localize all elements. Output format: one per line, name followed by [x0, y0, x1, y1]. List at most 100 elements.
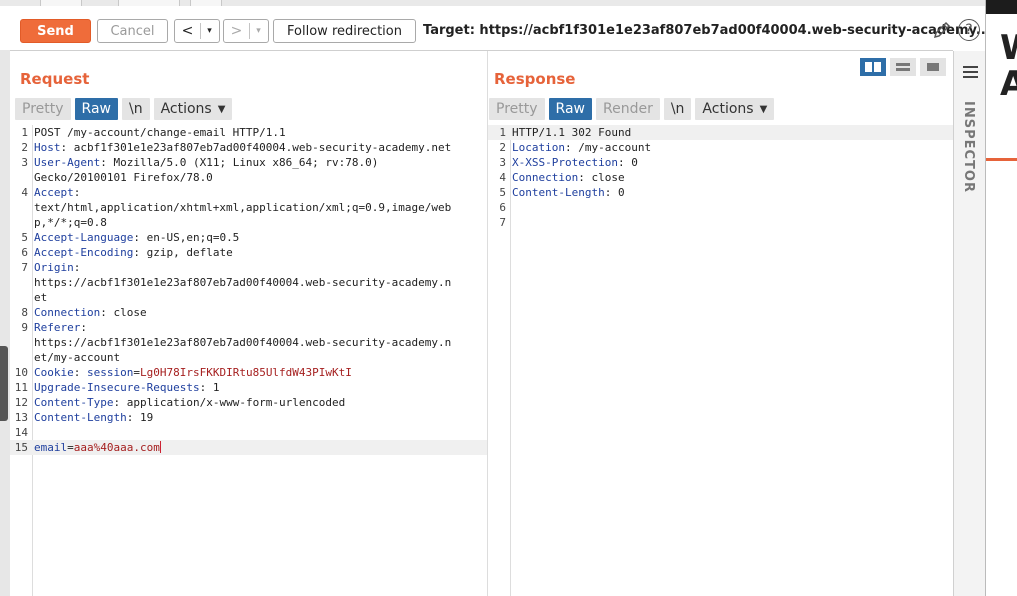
code-line: 13 Content-Length: 19	[10, 410, 487, 425]
line-text: Content-Length: 0	[512, 186, 625, 199]
actions-dropdown[interactable]: Actions ▼	[153, 98, 233, 120]
follow-redirection-button[interactable]: Follow redirection	[273, 19, 416, 43]
layout-buttons	[856, 58, 946, 76]
line-value: et	[34, 291, 48, 304]
cancel-button[interactable]: Cancel	[97, 19, 168, 43]
line-number: 4	[21, 186, 28, 199]
header-name: Content-Type	[34, 396, 114, 409]
header-name: Content-Length	[34, 411, 127, 424]
line-number: 1	[499, 126, 506, 139]
code-line: 7 Origin:	[10, 260, 487, 275]
single-view-icon[interactable]	[920, 58, 946, 76]
code-line: 8 Connection: close	[10, 305, 487, 320]
code-line: 1 HTTP/1.1 302 Found	[488, 125, 953, 140]
line-value: 1	[212, 381, 220, 394]
header-name: Accept-Language	[34, 231, 134, 244]
tab-raw[interactable]: Raw	[74, 98, 118, 120]
line-text: Connection: close	[34, 306, 147, 319]
line-number: 8	[21, 306, 28, 319]
line-number: 2	[499, 141, 506, 154]
header-name: X-XSS-Protection	[512, 156, 618, 169]
actions-dropdown[interactable]: Actions ▼	[695, 98, 775, 120]
pencil-icon[interactable]	[932, 20, 952, 40]
line-text: POST /my-account/change-email HTTP/1.1	[34, 125, 286, 140]
response-pane: Response Pretty Raw Render \n Actions ▼ 1…	[488, 51, 953, 596]
line-number: 7	[499, 216, 506, 229]
code-line: 3 User-Agent: Mozilla/5.0 (X11; Linux x86…	[10, 155, 487, 170]
line-number: 7	[21, 261, 28, 274]
forward-button[interactable]: > ▾	[223, 19, 269, 43]
code-line: 14	[10, 425, 487, 440]
line-value: POST /my-account/change-email HTTP/1.1	[34, 126, 286, 139]
line-text: User-Agent: Mozilla/5.0 (X11; Linux x86_…	[34, 156, 379, 169]
line-text: et	[34, 290, 47, 305]
request-editor[interactable]: 1 POST /my-account/change-email HTTP/1.1 2…	[10, 125, 487, 596]
param-name: email	[34, 441, 68, 454]
line-value: Mozilla/5.0 (X11; Linux x86_64; rv:78.0)	[113, 156, 379, 169]
back-dropdown-icon[interactable]: ▾	[201, 26, 219, 36]
tab-newline[interactable]: \n	[663, 98, 692, 120]
code-line: 15 email=aaa%40aaa.com	[10, 440, 487, 455]
line-number: 12	[14, 396, 28, 409]
back-button[interactable]: < ▾	[174, 19, 220, 43]
response-editor[interactable]: 1 HTTP/1.1 302 Found 2 Location: /my-accoun…	[488, 125, 953, 596]
header-name: Content-Length	[512, 186, 605, 199]
line-number: 14	[14, 426, 28, 439]
line-text: email=aaa%40aaa.com	[34, 441, 161, 454]
code-line: 3 X-XSS-Protection: 0	[488, 155, 953, 170]
tab-pretty[interactable]: Pretty	[15, 98, 71, 120]
line-value: https://acbf1f301e1e23af807eb7ad00f40004…	[34, 276, 452, 289]
param-value: aaa%40aaa.com	[73, 441, 160, 454]
scroll-handle[interactable]	[0, 346, 8, 421]
request-pane: Request Pretty Raw \n Actions ▼ 1 POST /my…	[10, 51, 492, 596]
line-number: 4	[499, 171, 506, 184]
header-name: Cookie	[34, 366, 74, 379]
header-name: User-Agent	[34, 156, 101, 169]
line-value: close	[591, 171, 625, 184]
code-line: 1 POST /my-account/change-email HTTP/1.1	[10, 125, 487, 140]
cookie-value: Lg0H78IrsFKKDIRtu85UlfdW43PIwKtI	[139, 366, 352, 379]
tab-raw[interactable]: Raw	[548, 98, 592, 120]
header-name: Upgrade-Insecure-Requests	[34, 381, 200, 394]
header-name: Connection	[512, 171, 579, 184]
split-view-icon[interactable]	[860, 58, 886, 76]
line-text: Accept:	[34, 186, 87, 199]
text-cursor	[159, 441, 161, 453]
code-line: p,*/*;q=0.8	[10, 215, 487, 230]
code-line: 12 Content-Type: application/x-www-form-u…	[10, 395, 487, 410]
line-value: https://acbf1f301e1e23af807eb7ad00f40004…	[34, 336, 452, 349]
line-text: Content-Length: 19	[34, 411, 154, 424]
code-line: 6 Accept-Encoding: gzip, deflate	[10, 245, 487, 260]
code-line: 9 Referer:	[10, 320, 487, 335]
code-line: 5 Content-Length: 0	[488, 185, 953, 200]
header-name: Origin	[34, 261, 74, 274]
line-number: 5	[499, 186, 506, 199]
actions-label: Actions	[160, 101, 212, 117]
chevron-down-icon: ▼	[759, 103, 768, 115]
tab-newline[interactable]: \n	[121, 98, 150, 120]
forward-dropdown-icon[interactable]: ▾	[250, 26, 268, 36]
code-line: 4 Connection: close	[488, 170, 953, 185]
send-button[interactable]: Send	[20, 19, 91, 43]
line-number: 6	[499, 201, 506, 214]
target-host[interactable]: Target: https://acbf1f301e1e23af807eb7ad…	[423, 23, 996, 38]
line-value: text/html,application/xhtml+xml,applicat…	[34, 201, 452, 214]
inspector-label[interactable]: INSPECTOR	[961, 101, 976, 193]
line-number: 15	[14, 441, 28, 454]
horizontal-view-icon[interactable]	[890, 58, 916, 76]
cookie-name: session	[87, 366, 134, 379]
menu-icon[interactable]	[963, 66, 978, 81]
tab-pretty[interactable]: Pretty	[489, 98, 545, 120]
inspector-panel[interactable]: INSPECTOR	[953, 51, 985, 596]
line-value: application/x-www-form-urlencoded	[126, 396, 346, 409]
back-arrow-icon: <	[176, 23, 201, 39]
header-name: Accept	[34, 186, 74, 199]
tab-render[interactable]: Render	[595, 98, 660, 120]
line-number: 1	[21, 126, 28, 139]
line-value: en-US,en;q=0.5	[146, 231, 240, 244]
response-title: Response	[494, 70, 576, 88]
help-icon[interactable]: ?	[958, 19, 980, 41]
forward-arrow-icon: >	[225, 23, 250, 39]
line-text: Accept-Language: en-US,en;q=0.5	[34, 231, 240, 244]
line-text: p,*/*;q=0.8	[34, 215, 107, 230]
